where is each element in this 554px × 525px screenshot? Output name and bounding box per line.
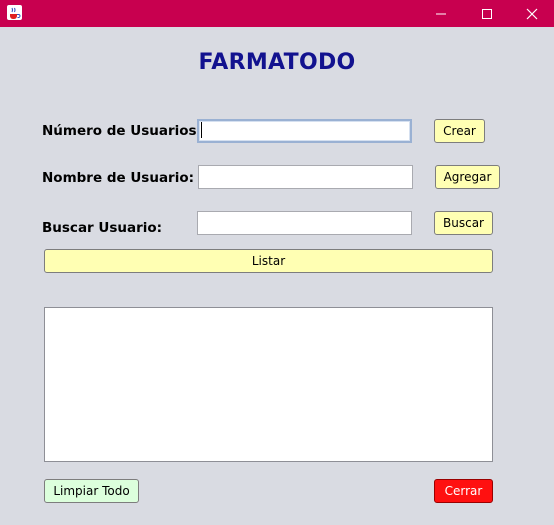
cerrar-button[interactable]: Cerrar	[434, 479, 493, 503]
maximize-button[interactable]	[464, 0, 510, 27]
title-bar	[0, 0, 554, 27]
text-caret	[201, 122, 202, 138]
minimize-icon	[436, 13, 446, 14]
minimize-button[interactable]	[418, 0, 464, 27]
output-text-area[interactable]	[44, 307, 493, 462]
limpiar-todo-button[interactable]: Limpiar Todo	[44, 479, 139, 503]
buscar-usuario-input[interactable]	[197, 211, 412, 235]
buscar-usuario-label: Buscar Usuario:	[42, 220, 163, 236]
close-window-button[interactable]	[509, 0, 554, 27]
crear-button[interactable]: Crear	[434, 119, 485, 143]
agregar-button[interactable]: Agregar	[435, 165, 500, 189]
close-icon	[526, 8, 538, 19]
app-title: FARMATODO	[198, 50, 356, 75]
buscar-button[interactable]: Buscar	[434, 211, 493, 235]
numero-usuarios-input[interactable]	[197, 119, 412, 143]
nombre-usuario-label: Nombre de Usuario:	[42, 170, 195, 186]
maximize-icon	[482, 8, 492, 19]
java-cup-icon	[7, 5, 22, 20]
nombre-usuario-input[interactable]	[198, 165, 413, 189]
listar-button[interactable]: Listar	[44, 249, 493, 273]
numero-usuarios-label: Número de Usuarios:	[42, 123, 202, 139]
